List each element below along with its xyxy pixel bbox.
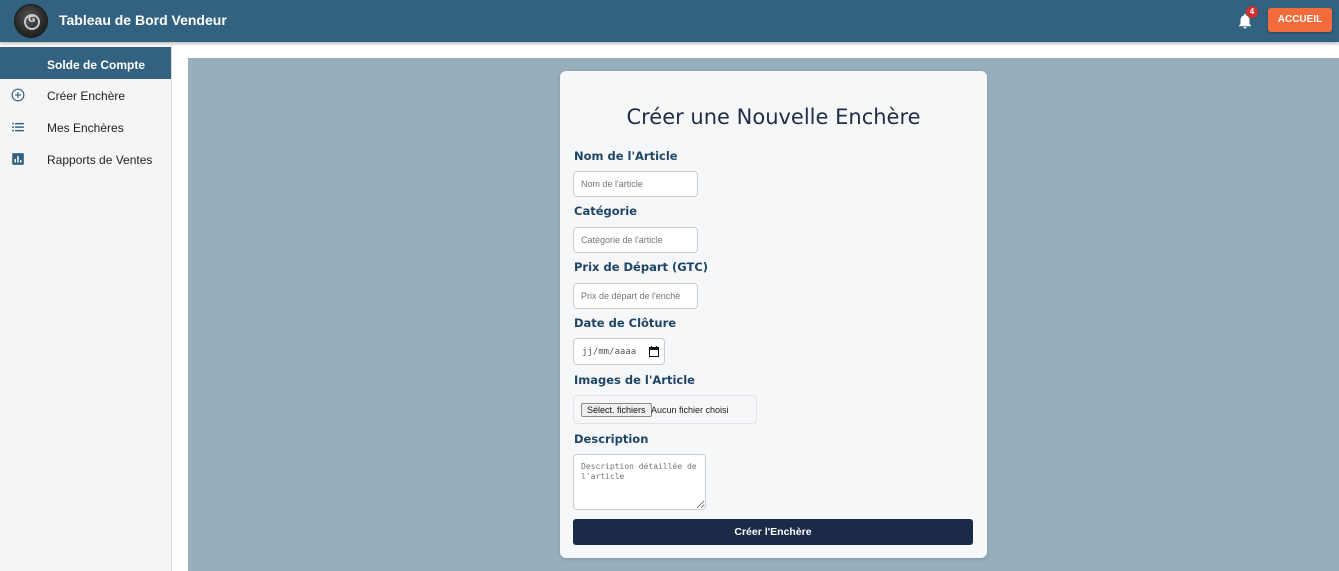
- file-status: Aucun fichier choisi: [651, 405, 729, 415]
- close-date-input[interactable]: jj/mm/aaaa: [573, 338, 665, 365]
- category-input[interactable]: [573, 227, 698, 253]
- sidebar-item-create-auction[interactable]: Créer Enchère: [0, 79, 171, 111]
- calendar-icon[interactable]: [649, 346, 659, 357]
- notification-badge: 4: [1246, 6, 1258, 18]
- logo-letter: G: [28, 15, 36, 25]
- description-textarea[interactable]: [573, 454, 706, 510]
- sidebar-item-label: Créer Enchère: [47, 89, 126, 103]
- sidebar-item-label: Solde de Compte: [47, 58, 146, 72]
- images-file-input: Sélect. fichiers Aucun fichier choisi: [573, 395, 757, 424]
- home-button[interactable]: ACCUEIL: [1268, 8, 1332, 32]
- add-circle-icon: [11, 88, 25, 102]
- app-title: Tableau de Bord Vendeur: [59, 12, 227, 28]
- sidebar-item-label: Mes Enchères: [47, 121, 124, 135]
- create-auction-button[interactable]: Créer l'Enchère: [573, 519, 973, 545]
- form-title: Créer une Nouvelle Enchère: [626, 105, 921, 129]
- sidebar: Solde de Compte Créer Enchère Mes Enchèr…: [0, 45, 172, 571]
- select-files-button[interactable]: Sélect. fichiers: [581, 403, 652, 417]
- list-icon: [12, 122, 24, 132]
- start-price-input[interactable]: [573, 283, 698, 309]
- app-bar: G Tableau de Bord Vendeur 4 ACCUEIL: [0, 0, 1339, 42]
- date-placeholder: jj/mm/aaaa: [582, 347, 637, 357]
- brand-logo[interactable]: G: [14, 4, 48, 38]
- create-auction-card: Créer une Nouvelle Enchère Nom de l'Arti…: [560, 71, 987, 558]
- bar-chart-icon: [12, 153, 24, 165]
- article-name-input[interactable]: [573, 171, 698, 197]
- images-label: Images de l'Article: [574, 373, 695, 387]
- sidebar-item-my-auctions[interactable]: Mes Enchères: [0, 111, 171, 143]
- sidebar-item-account-balance[interactable]: Solde de Compte: [0, 47, 171, 79]
- sidebar-item-sales-reports[interactable]: Rapports de Ventes: [0, 143, 171, 175]
- category-label: Catégorie: [574, 204, 638, 218]
- close-date-label: Date de Clôture: [574, 316, 677, 330]
- start-price-label: Prix de Départ (GTC): [574, 260, 709, 274]
- description-label: Description: [574, 432, 649, 446]
- sidebar-item-label: Rapports de Ventes: [47, 153, 153, 167]
- article-name-label: Nom de l'Article: [574, 149, 678, 163]
